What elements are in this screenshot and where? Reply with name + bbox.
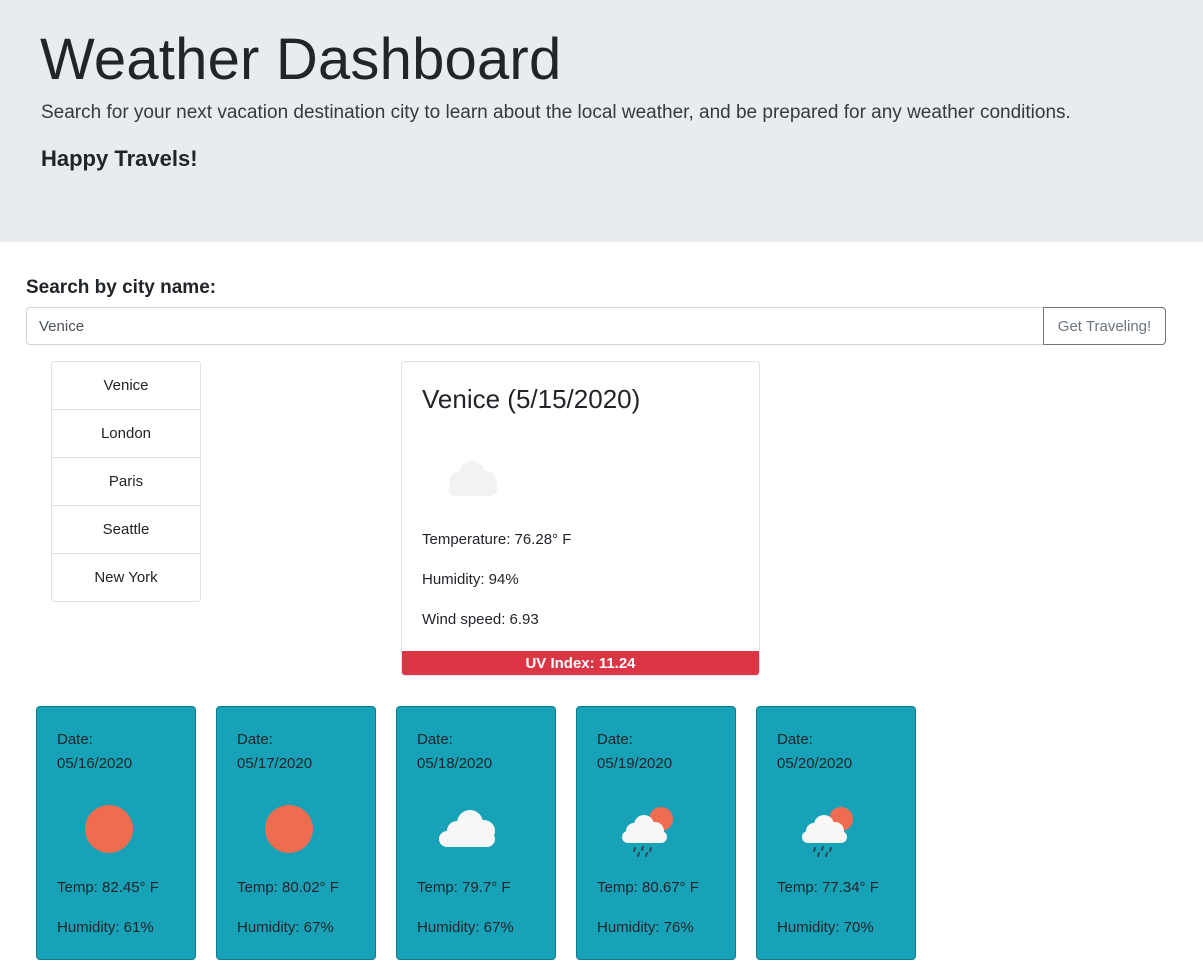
forecast-card: Date: 05/20/2020 Temp: 77.34° F Humidity…: [756, 706, 916, 960]
forecast-card: Date: 05/16/2020 Temp: 82.45° F Humidity…: [36, 706, 196, 960]
page-title: Weather Dashboard: [40, 27, 562, 92]
search-button[interactable]: Get Traveling!: [1043, 307, 1166, 345]
search-input[interactable]: [26, 307, 1043, 345]
rain-sun-icon: [802, 807, 853, 857]
forecast-date-label: Date:: [417, 731, 453, 748]
forecast-temp: Temp: 82.45° F: [57, 879, 159, 896]
rain-sun-icon: [622, 807, 673, 857]
uv-index-badge: UV Index: 11.24: [402, 651, 759, 675]
forecast-temp: Temp: 79.7° F: [417, 879, 511, 896]
forecast-humidity: Humidity: 61%: [57, 919, 154, 936]
forecast-card: Date: 05/18/2020 Temp: 79.7° F Humidity:…: [396, 706, 556, 960]
page-tagline: Happy Travels!: [41, 146, 198, 171]
sun-icon: [85, 805, 133, 853]
forecast-temp: Temp: 77.34° F: [777, 879, 879, 896]
forecast-date: 05/18/2020: [417, 755, 493, 772]
history-item[interactable]: New York: [51, 553, 201, 602]
forecast-date-label: Date:: [597, 731, 633, 748]
cloud-icon: [449, 461, 497, 496]
current-weather-card: Venice (5/15/2020) Temperature: 76.28° F…: [401, 361, 760, 676]
forecast-card: Date: 05/19/2020 Temp: 80.67° F Humidity…: [576, 706, 736, 960]
current-humidity: Humidity: 94%: [422, 571, 519, 588]
forecast-date-label: Date:: [57, 731, 93, 748]
history-item[interactable]: Venice: [51, 361, 201, 410]
forecast-date-label: Date:: [777, 731, 813, 748]
history-item[interactable]: Seattle: [51, 505, 201, 554]
forecast-temp: Temp: 80.02° F: [237, 879, 339, 896]
forecast-humidity: Humidity: 67%: [237, 919, 334, 936]
current-wind-speed: Wind speed: 6.93: [422, 611, 539, 628]
current-city-title: Venice (5/15/2020): [422, 384, 641, 414]
page-lead: Search for your next vacation destinatio…: [41, 102, 1071, 123]
search-history-list: Venice London Paris Seattle New York: [51, 361, 201, 602]
forecast-date-label: Date:: [237, 731, 273, 748]
forecast-humidity: Humidity: 70%: [777, 919, 874, 936]
forecast-temp: Temp: 80.67° F: [597, 879, 699, 896]
forecast-date: 05/19/2020: [597, 755, 673, 772]
forecast-humidity: Humidity: 67%: [417, 919, 514, 936]
cloud-icon: [439, 810, 495, 847]
forecast-card: Date: 05/17/2020 Temp: 80.02° F Humidity…: [216, 706, 376, 960]
current-temperature: Temperature: 76.28° F: [422, 531, 572, 548]
sun-icon: [265, 805, 313, 853]
header-jumbotron: Weather Dashboard Search for your next v…: [0, 0, 1203, 242]
forecast-date: 05/17/2020: [237, 755, 313, 772]
history-item[interactable]: London: [51, 409, 201, 458]
search-label: Search by city name:: [26, 277, 217, 298]
forecast-humidity: Humidity: 76%: [597, 919, 694, 936]
history-item[interactable]: Paris: [51, 457, 201, 506]
forecast-date: 05/20/2020: [777, 755, 853, 772]
forecast-date: 05/16/2020: [57, 755, 133, 772]
